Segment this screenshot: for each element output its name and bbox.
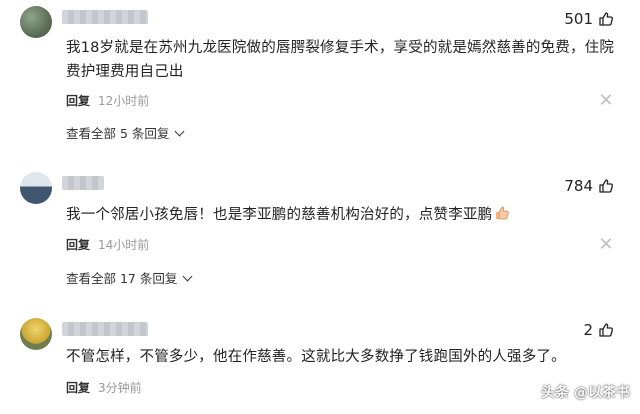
username-blurred[interactable]: [62, 176, 104, 190]
view-all-replies-link[interactable]: 查看全部 5 条回复: [66, 123, 185, 142]
like-button[interactable]: 501: [564, 10, 614, 28]
view-replies-label: 查看全部 17 条回复: [66, 271, 178, 286]
comment-meta: 回复 12小时前: [66, 92, 149, 109]
close-icon[interactable]: [600, 238, 612, 250]
like-button[interactable]: 784: [564, 177, 614, 195]
close-icon[interactable]: [600, 94, 612, 106]
comment-meta: 回复 14小时前: [66, 236, 149, 253]
comment-text: 不管怎样，不管多少，他在作慈善。这就比大多数挣了钱跑国外的人强多了。: [66, 349, 566, 365]
like-button[interactable]: 2: [583, 321, 614, 339]
comment-text-content: 我一个邻居小孩免唇！也是李亚鹏的慈善机构治好的，点赞李亚鹏: [66, 207, 493, 223]
thumbs-up-icon: [598, 178, 614, 194]
view-all-replies-link[interactable]: 查看全部 17 条回复: [66, 268, 193, 287]
thumbs-up-emoji-icon: [494, 205, 510, 221]
comment-text: 我一个邻居小孩免唇！也是李亚鹏的慈善机构治好的，点赞李亚鹏: [66, 203, 626, 227]
chevron-down-icon: [174, 126, 185, 136]
username-blurred[interactable]: [62, 10, 148, 24]
avatar[interactable]: [20, 6, 52, 38]
like-count: 501: [564, 10, 593, 28]
watermark: 头条 @以茶书: [541, 385, 630, 401]
reply-button[interactable]: 回复: [66, 236, 90, 253]
reply-button[interactable]: 回复: [66, 379, 90, 396]
reply-button[interactable]: 回复: [66, 92, 90, 109]
timestamp: 3分钟前: [98, 381, 142, 395]
avatar[interactable]: [20, 172, 52, 204]
view-replies-label: 查看全部 5 条回复: [66, 126, 170, 141]
like-count: 784: [564, 177, 593, 195]
timestamp: 14小时前: [98, 238, 150, 252]
timestamp: 12小时前: [98, 94, 150, 108]
chevron-down-icon: [182, 271, 193, 281]
thumbs-up-icon: [598, 11, 614, 27]
username-blurred[interactable]: [62, 322, 148, 336]
comment-text: 我18岁就是在苏州九龙医院做的唇腭裂修复手术，享受的就是嫣然慈善的免费，住院费护…: [66, 40, 615, 80]
thumbs-up-icon: [598, 322, 614, 338]
like-count: 2: [583, 321, 593, 339]
avatar[interactable]: [20, 318, 52, 350]
comment-meta: 回复 3分钟前: [66, 379, 142, 396]
